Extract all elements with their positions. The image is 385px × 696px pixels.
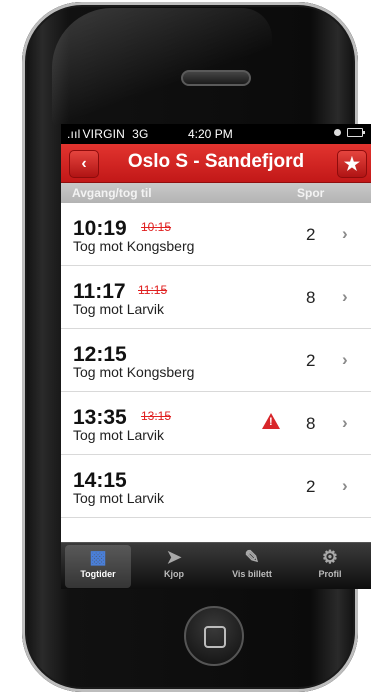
track-number: 2 bbox=[306, 477, 316, 496]
original-time: 11:15 bbox=[138, 283, 168, 297]
tab-label: Profil bbox=[318, 569, 342, 579]
page-title: Oslo S - Sandefjord bbox=[127, 151, 305, 172]
destination: Tog mot Larvik bbox=[73, 301, 165, 317]
gear-icon: ⚙ bbox=[321, 547, 339, 567]
track-number: 8 bbox=[306, 288, 316, 307]
tab-profil[interactable]: ⚙ Profil bbox=[297, 545, 363, 588]
destination: Tog mot Larvik bbox=[73, 427, 165, 443]
tab-kjop[interactable]: ➤ Kjop bbox=[141, 545, 207, 588]
carrier-label: .ııl VIRGIN 3G bbox=[67, 127, 149, 141]
warning-icon[interactable]: ! bbox=[262, 413, 280, 429]
chevron-right-icon: › bbox=[342, 350, 348, 369]
warning-mark: ! bbox=[269, 416, 273, 428]
destination: Tog mot Kongsberg bbox=[73, 364, 195, 380]
track-number: 8 bbox=[306, 414, 316, 433]
chevron-right-icon: › bbox=[342, 224, 348, 243]
status-time: 4:20 PM bbox=[188, 127, 233, 141]
tab-label: Togtider bbox=[80, 569, 116, 579]
departure-row[interactable]: 13:35 13:15 Tog mot Larvik ! 8 › bbox=[61, 392, 371, 455]
original-time: 13:15 bbox=[141, 409, 172, 423]
status-bar: .ııl VIRGIN 3G 4:20 PM bbox=[61, 124, 371, 144]
departure-column-label: Avgang/tog til bbox=[72, 186, 152, 200]
status-right bbox=[334, 128, 365, 137]
tab-togtider[interactable]: ▩ Togtider bbox=[65, 545, 131, 588]
destination: Tog mot Kongsberg bbox=[73, 238, 195, 254]
navigation-bar: ‹ Oslo S - Sandefjord ★ bbox=[61, 144, 371, 183]
chevron-right-icon: › bbox=[342, 413, 348, 432]
network-type: 3G bbox=[132, 127, 149, 141]
train-icon: ▩ bbox=[89, 547, 107, 567]
track-column-label: Spor bbox=[297, 186, 325, 200]
tab-label: Kjop bbox=[164, 569, 184, 579]
track-number: 2 bbox=[306, 351, 316, 370]
home-button-square bbox=[204, 626, 226, 648]
phone-glass-reflection bbox=[52, 8, 272, 128]
departure-row[interactable]: 14:15 Tog mot Larvik 2 › bbox=[61, 455, 371, 518]
phone-speaker bbox=[181, 70, 251, 86]
departure-row[interactable]: 11:17 11:15 Tog mot Larvik 8 › bbox=[61, 266, 371, 329]
battery-icon bbox=[347, 128, 365, 137]
destination: Tog mot Larvik bbox=[73, 490, 165, 506]
column-header: Avgang/tog til Spor bbox=[61, 183, 371, 203]
departure-row[interactable]: 10:19 10:15 Tog mot Kongsberg 2 › bbox=[61, 203, 371, 266]
departure-row[interactable]: 12:15 Tog mot Kongsberg 2 › bbox=[61, 329, 371, 392]
ticket-icon: ➤ bbox=[166, 547, 182, 567]
signal-icon: .ııl bbox=[67, 127, 81, 141]
star-icon: ★ bbox=[343, 154, 361, 174]
chevron-right-icon: › bbox=[342, 476, 348, 495]
carrier-name: VIRGIN bbox=[82, 127, 126, 141]
departure-list: 10:19 10:15 Tog mot Kongsberg 2 › 11:17 … bbox=[61, 203, 371, 518]
track-number: 2 bbox=[306, 225, 316, 244]
tab-bar: ▩ Togtider ➤ Kjop ✎ Vis billett ⚙ Profil bbox=[61, 542, 371, 589]
phone-screen: .ııl VIRGIN 3G 4:20 PM ‹ Oslo S - Sandefj… bbox=[61, 124, 371, 589]
favorite-button[interactable]: ★ bbox=[337, 150, 367, 178]
orientation-lock-icon bbox=[334, 129, 341, 136]
original-time: 10:15 bbox=[141, 220, 172, 234]
chevron-right-icon: › bbox=[342, 287, 348, 306]
tab-label: Vis billett bbox=[232, 569, 272, 579]
home-button[interactable] bbox=[184, 606, 244, 666]
show-ticket-icon: ✎ bbox=[244, 547, 260, 567]
tab-vis-billett[interactable]: ✎ Vis billett bbox=[219, 545, 285, 588]
